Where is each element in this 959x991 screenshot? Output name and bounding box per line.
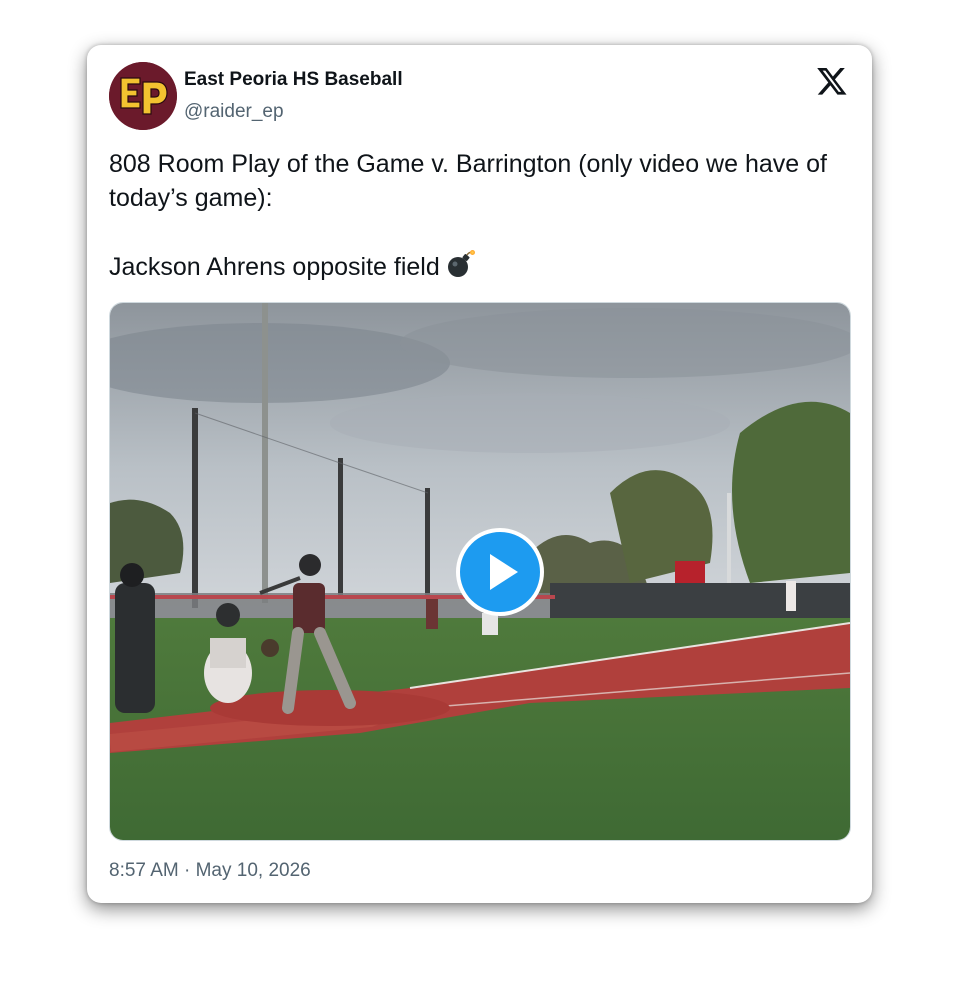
video-player[interactable]: [109, 302, 851, 841]
timestamp-date[interactable]: May 10, 2026: [196, 860, 311, 881]
bomb-icon: [446, 249, 476, 288]
author-name[interactable]: East Peoria HS Baseball: [184, 69, 403, 91]
timestamp-separator: ·: [184, 860, 191, 881]
avatar[interactable]: [109, 62, 177, 130]
avatar-logo-icon: [109, 62, 177, 130]
tweet-text: 808 Room Play of the Game v. Barrington …: [109, 147, 849, 288]
play-button[interactable]: [456, 528, 544, 616]
tweet-line-1: 808 Room Play of the Game v. Barrington …: [109, 150, 827, 212]
tweet-card[interactable]: East Peoria HS Baseball @raider_ep 808 R…: [87, 45, 872, 903]
tweet-line-2: Jackson Ahrens opposite field: [109, 249, 849, 288]
play-icon: [490, 554, 518, 590]
x-logo-icon[interactable]: [816, 65, 848, 97]
timestamp[interactable]: 8:57 AM · May 10, 2026: [109, 860, 311, 882]
tweet-line-2-text: Jackson Ahrens opposite field: [109, 253, 440, 281]
timestamp-time[interactable]: 8:57 AM: [109, 860, 179, 881]
author-handle[interactable]: @raider_ep: [184, 101, 284, 123]
